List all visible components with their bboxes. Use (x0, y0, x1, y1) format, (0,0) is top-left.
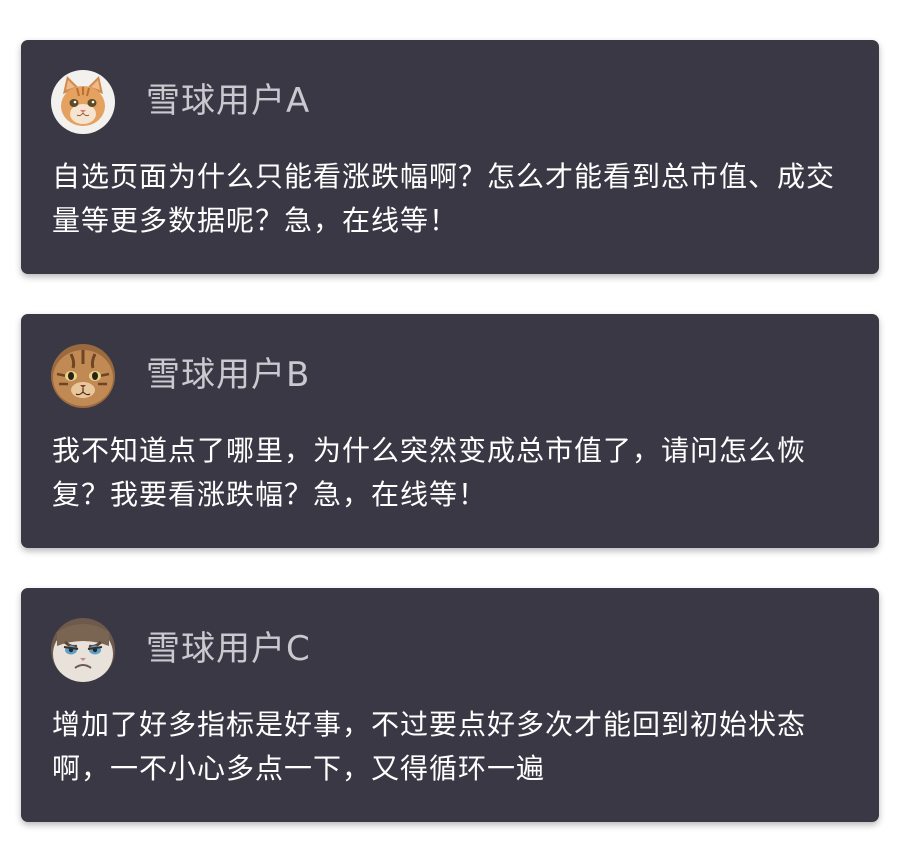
username: 雪球用户A (146, 81, 311, 121)
comment-card: 雪球用户A 自选页面为什么只能看涨跌幅啊？怎么才能看到总市值、成交量等更多数据呢… (21, 40, 879, 274)
grumpy-cat-avatar (51, 618, 115, 682)
tabby-cat-avatar (51, 344, 115, 408)
comment-text: 增加了好多指标是好事，不过要点好多次才能回到初始状态啊，一不小心多点一下，又得循… (52, 708, 807, 785)
username: 雪球用户C (146, 629, 311, 669)
comment-text: 我不知道点了哪里，为什么突然变成总市值了，请问怎么恢复？我要看涨跌幅？急，在线等… (52, 434, 807, 511)
comment-card: 雪球用户C 增加了好多指标是好事，不过要点好多次才能回到初始状态啊，一不小心多点… (21, 588, 879, 822)
comment-text: 自选页面为什么只能看涨跌幅啊？怎么才能看到总市值、成交量等更多数据呢？急，在线等… (52, 160, 836, 237)
orange-kitten-avatar (51, 70, 115, 134)
username: 雪球用户B (146, 355, 311, 395)
comment-card: 雪球用户B 我不知道点了哪里，为什么突然变成总市值了，请问怎么恢复？我要看涨跌幅… (21, 314, 879, 548)
